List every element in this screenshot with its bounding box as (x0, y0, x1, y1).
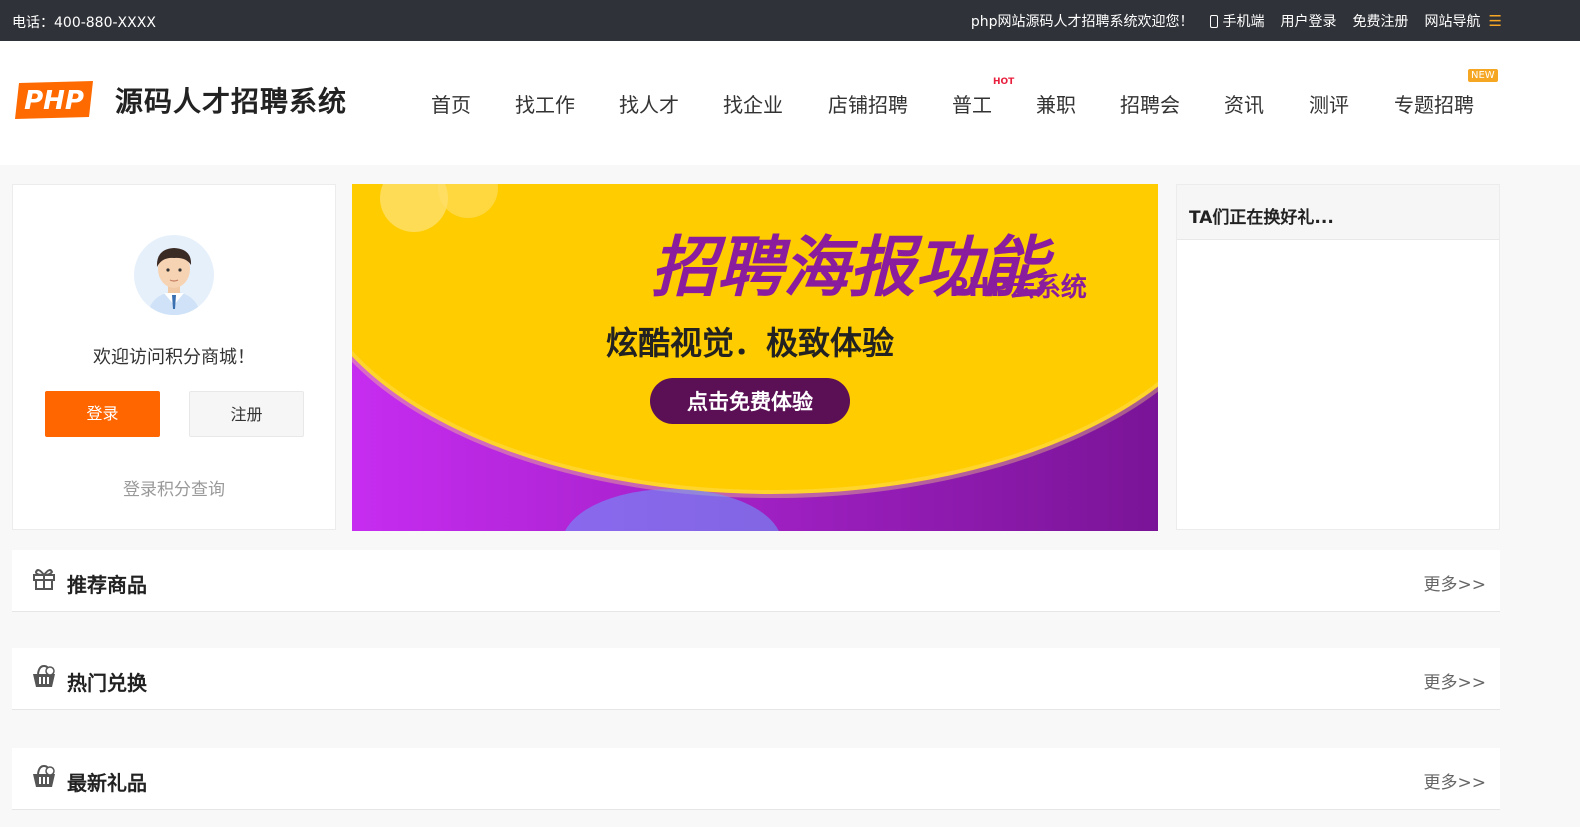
nav-find-company[interactable]: 找企业 (723, 89, 783, 118)
site-welcome: php网站源码人才招聘系统欢迎您！ (970, 14, 1194, 30)
mall-welcome-text: 欢迎访问积分商城！ (93, 347, 255, 368)
section-title: 推荐商品 (67, 573, 147, 597)
banner-subtitle: 炫酷视觉．极致体验 (606, 324, 894, 362)
site-header: PHP 源码人才招聘系统 首页 找工作 找人才 找企业 店铺招聘 普工 HOT … (0, 41, 1580, 165)
register-button[interactable]: 注册 (189, 391, 304, 437)
basket-icon (33, 664, 55, 687)
brand-name: 源码人才招聘系统 (115, 85, 348, 118)
nav-part-time[interactable]: 兼职 (1036, 89, 1076, 118)
nav-find-job[interactable]: 找工作 (515, 89, 575, 118)
nav-news[interactable]: 资讯 (1224, 89, 1264, 118)
login-button[interactable]: 登录 (45, 391, 160, 437)
exchange-feed-title: TA们正在换好礼... (1177, 185, 1499, 240)
more-link[interactable]: 更多>> (1424, 668, 1487, 693)
nav-shop-recruit[interactable]: 店铺招聘 (828, 89, 908, 118)
nav-general-worker[interactable]: 普工 (952, 89, 992, 118)
mobile-link-label: 手机端 (1222, 14, 1265, 30)
logo-text: PHP (24, 86, 84, 116)
gift-icon (33, 569, 55, 590)
section-hot-exchange: 热门兑换 更多>> (12, 648, 1500, 710)
phone-number: 电话：400-880-XXXX (12, 15, 156, 31)
section-title: 最新礼品 (67, 771, 147, 795)
site-nav-link[interactable]: 网站导航 (1425, 11, 1481, 31)
banner-graphic: 招聘海报功能 PHP云系统 炫酷视觉．极致体验 点击免费体验 (352, 184, 1158, 531)
nav-job-fair[interactable]: 招聘会 (1120, 89, 1180, 118)
mobile-icon (1209, 15, 1218, 28)
hot-badge: HOT (993, 77, 1015, 87)
nav-find-talent[interactable]: 找人才 (619, 89, 679, 118)
section-new-gifts: 最新礼品 更多>> (12, 748, 1500, 810)
new-badge: NEW (1468, 69, 1498, 82)
mobile-link[interactable]: 手机端 (1209, 11, 1265, 31)
php-logo[interactable]: PHP (13, 77, 95, 123)
more-link[interactable]: 更多>> (1424, 768, 1487, 793)
section-recommended: 推荐商品 更多>> (12, 550, 1500, 612)
basket-icon (33, 764, 55, 787)
nav-assessment[interactable]: 测评 (1309, 89, 1349, 118)
banner-brand: PHP云系统 (949, 272, 1087, 303)
more-link[interactable]: 更多>> (1424, 570, 1487, 595)
avatar (134, 235, 214, 315)
promo-banner[interactable]: 招聘海报功能 PHP云系统 炫酷视觉．极致体验 点击免费体验 (352, 184, 1158, 531)
exchange-feed-panel: TA们正在换好礼... (1176, 184, 1500, 530)
section-title: 热门兑换 (67, 671, 147, 695)
banner-cta: 点击免费体验 (687, 390, 813, 414)
top-links: php网站源码人才招聘系统欢迎您！ 手机端 用户登录 免费注册 网站导航 ☰ (971, 11, 1502, 31)
free-register-link[interactable]: 免费注册 (1353, 11, 1409, 31)
menu-icon[interactable]: ☰ (1489, 12, 1502, 30)
nav-special-recruit[interactable]: 专题招聘 (1394, 89, 1474, 118)
user-login-link[interactable]: 用户登录 (1281, 11, 1337, 31)
user-card: 欢迎访问积分商城！ 登录 注册 登录积分查询 (12, 184, 336, 530)
nav-home[interactable]: 首页 (431, 89, 471, 118)
user-avatar-icon (148, 248, 200, 315)
top-bar: 电话：400-880-XXXX php网站源码人才招聘系统欢迎您！ 手机端 用户… (0, 0, 1580, 41)
points-query-link[interactable]: 登录积分查询 (13, 475, 335, 500)
